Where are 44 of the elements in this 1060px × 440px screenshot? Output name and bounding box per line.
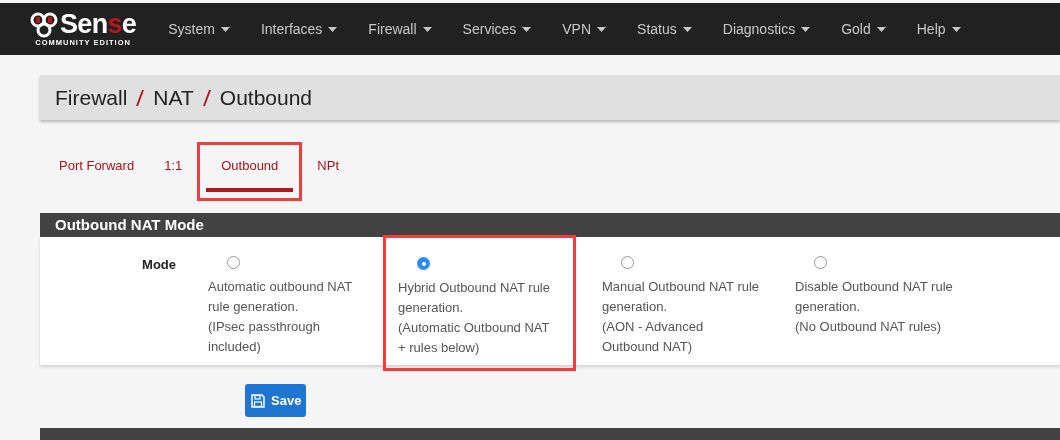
option-description: Manual Outbound NAT rule generation. <box>602 278 761 316</box>
logo-icon <box>30 11 60 38</box>
nav-menu[interactable]: Status <box>637 18 692 40</box>
tab[interactable]: Port Forward <box>44 156 150 192</box>
option-description: (IPsec passthrough included) <box>208 318 321 356</box>
nav-menu[interactable]: Gold <box>841 18 886 40</box>
caret-icon <box>801 26 811 32</box>
nav-menu[interactable]: System <box>168 18 230 40</box>
caret-icon <box>328 26 338 32</box>
tab[interactable]: Outbound <box>206 156 294 192</box>
option-description: (Automatic Outbound NAT + rules below) <box>398 319 551 357</box>
radio-button[interactable] <box>814 256 827 269</box>
caret-icon <box>422 26 432 32</box>
nav-menu[interactable]: Help <box>916 18 961 40</box>
nav-menu[interactable]: Diagnostics <box>722 18 811 40</box>
caret-icon <box>522 26 532 32</box>
radio-button[interactable] <box>417 257 430 270</box>
caret-icon <box>876 26 886 32</box>
breadcrumb-item: Outbound <box>219 84 313 111</box>
caret-icon <box>951 26 961 32</box>
save-button[interactable]: Save <box>245 384 307 417</box>
section-title: Outbound NAT Mode <box>55 214 204 235</box>
nav-menu[interactable]: VPN <box>562 18 607 40</box>
option-description: Disable Outbound NAT rule generation. <box>795 278 954 316</box>
slash-icon <box>135 88 146 107</box>
tab[interactable]: 1:1 <box>149 156 198 192</box>
nav-menu[interactable]: Interfaces <box>260 18 338 40</box>
nav-menu[interactable]: Services <box>462 18 532 40</box>
field-label: Mode <box>141 256 177 274</box>
nav-menu[interactable]: Firewall <box>368 18 432 40</box>
caret-icon <box>597 26 607 32</box>
radio-button[interactable] <box>227 256 240 269</box>
slash-icon <box>201 88 212 107</box>
radio-button[interactable] <box>621 256 634 269</box>
option-description: (No Outbound NAT rules) <box>795 318 943 336</box>
breadcrumb-item[interactable]: NAT <box>153 81 194 114</box>
option-description: Hybrid Outbound NAT rule generation. <box>398 279 551 317</box>
caret-icon <box>682 26 692 32</box>
breadcrumb-item[interactable]: Firewall <box>55 81 128 114</box>
tab[interactable]: NPt <box>302 156 354 192</box>
option-description: Automatic outbound NAT rule generation. <box>208 278 354 316</box>
logo-wordmark: Sense <box>60 11 137 39</box>
caret-icon <box>220 26 230 32</box>
option-description: (AON - Advanced Outbound NAT) <box>602 318 705 356</box>
